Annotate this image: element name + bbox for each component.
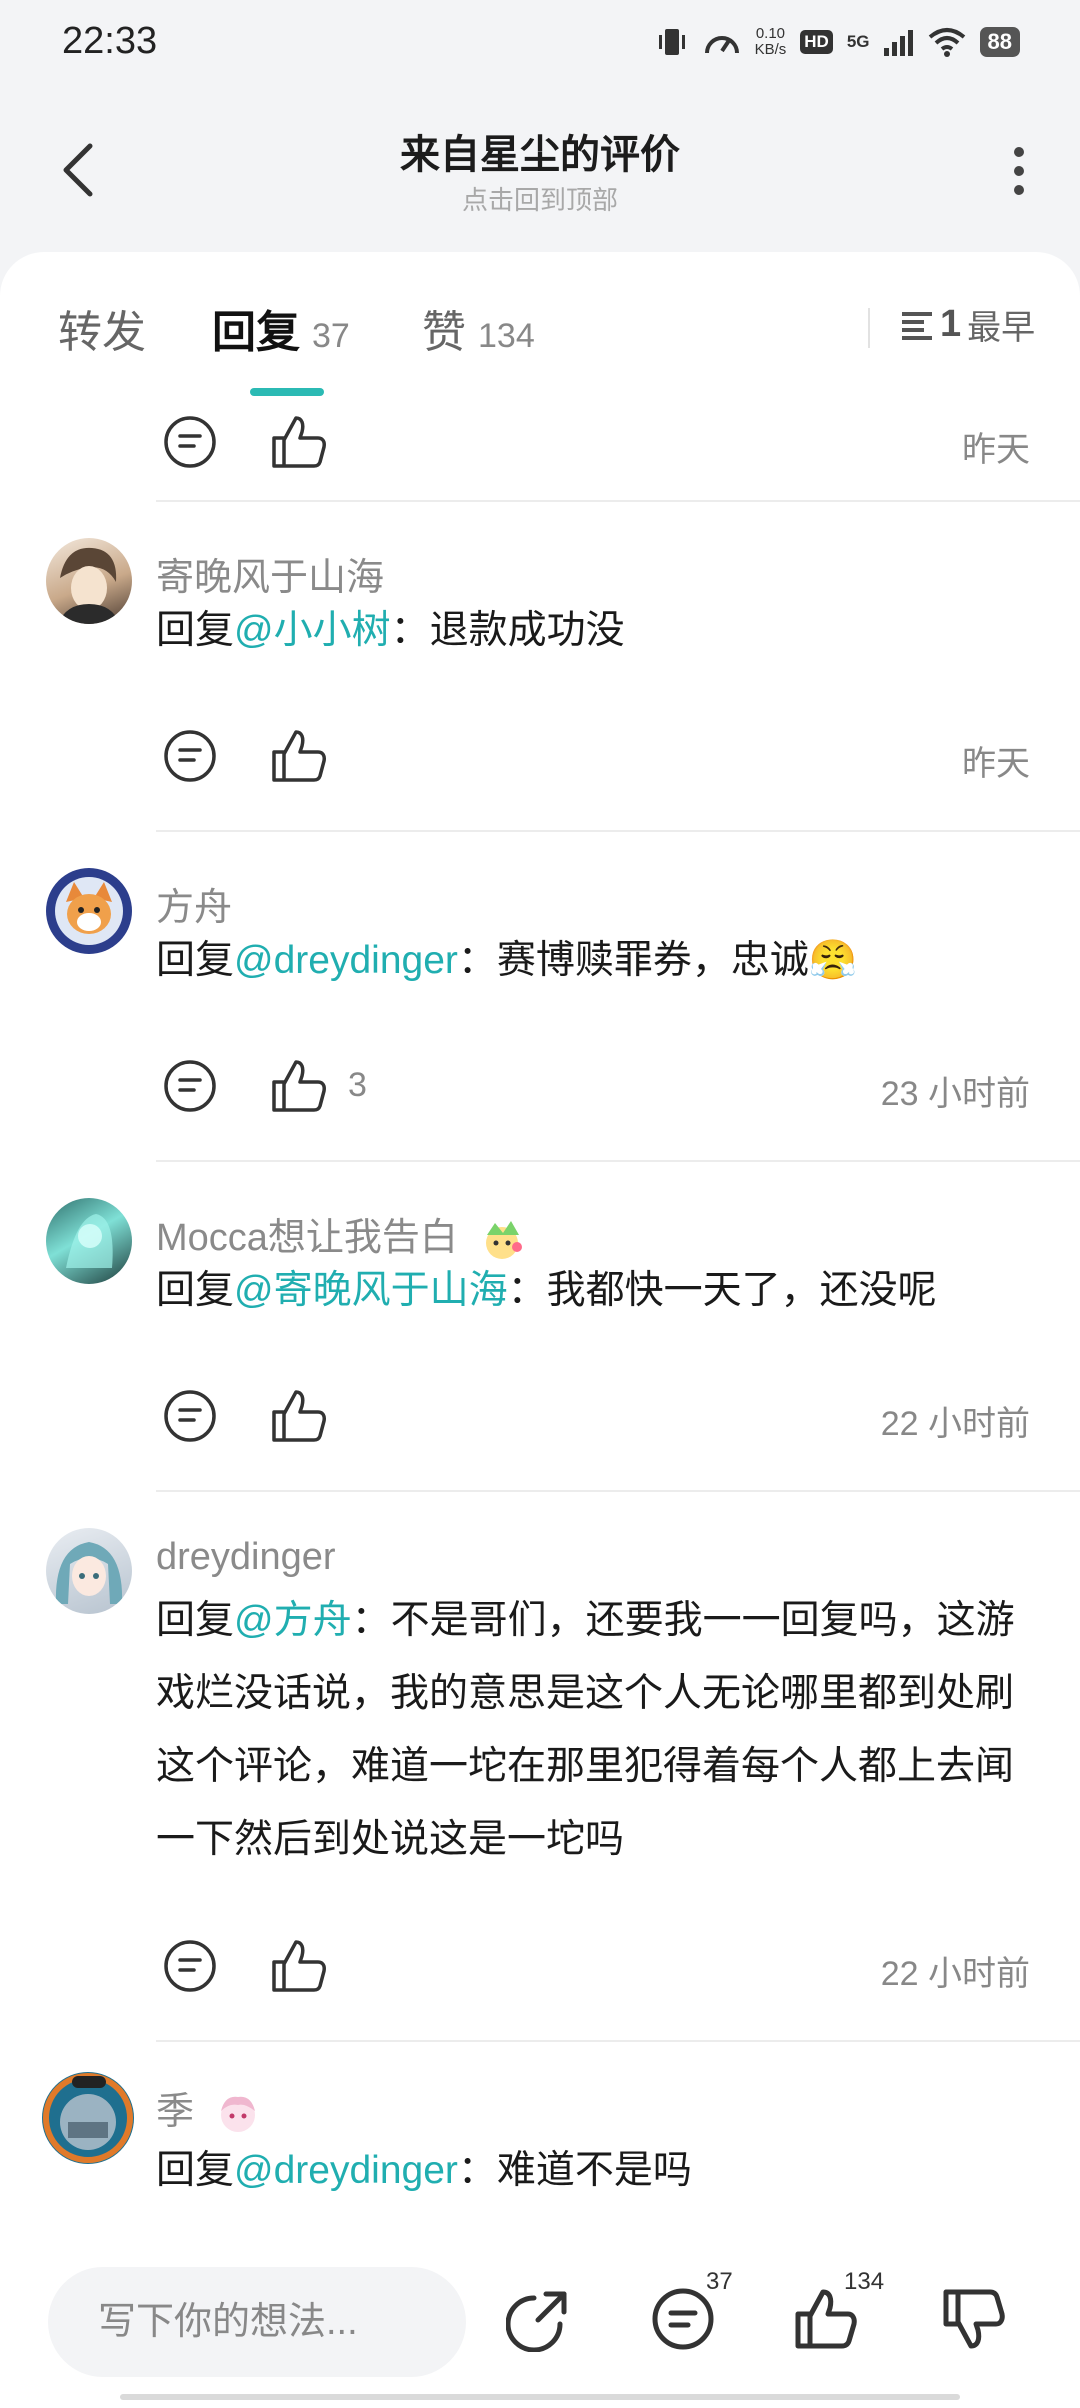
- thumbs-up-icon[interactable]: [268, 1386, 328, 1446]
- comment-text: 回复@dreydinger：难道不是吗: [156, 2149, 692, 2192]
- user-avatar[interactable]: [46, 1198, 132, 1284]
- comment-actions: 昨天: [156, 722, 1036, 792]
- active-tab-indicator: [250, 388, 324, 396]
- signal-icon: [883, 30, 913, 56]
- comment-input[interactable]: 写下你的想法...: [48, 2267, 466, 2377]
- page-title[interactable]: 来自星尘的评价: [0, 122, 1080, 180]
- username[interactable]: 寄晚风于山海: [156, 546, 384, 601]
- reply-icon[interactable]: [162, 414, 218, 470]
- like-count: 134: [478, 317, 535, 355]
- vibrate-icon: [658, 29, 685, 55]
- username[interactable]: 方舟: [156, 876, 232, 931]
- speed-gauge-icon: [704, 36, 739, 54]
- comment-time: 23 小时前: [880, 1075, 1030, 1113]
- comment-actions: 22 小时前: [156, 1932, 1036, 2002]
- reply-count: 37: [312, 317, 350, 355]
- sort-number: 1: [940, 303, 962, 345]
- comment-actions: 22 小时前: [156, 1382, 1036, 1452]
- like-count: 134: [844, 2268, 885, 2295]
- comment-divider: [156, 500, 1080, 502]
- sort-label: 最早: [967, 309, 1036, 347]
- tab-like[interactable]: 赞 134: [422, 296, 535, 360]
- comment-divider: [156, 1490, 1080, 1492]
- comment-text: 回复@dreydinger：赛博赎罪券，忠诚😤: [156, 939, 858, 982]
- scroll-to-top-hint[interactable]: 点击回到顶部: [0, 180, 1080, 217]
- comment-time: 昨天: [962, 431, 1030, 469]
- hd-badge: HD: [800, 30, 833, 54]
- page-header: 来自星尘的评价 点击回到顶部: [0, 90, 1080, 250]
- mention-link[interactable]: @dreydinger: [234, 939, 458, 982]
- avatar-image: [43, 2073, 133, 2163]
- network-type: 5G: [846, 32, 870, 51]
- comment-divider: [156, 830, 1080, 832]
- comment-text: 回复@小小树：退款成功没: [156, 609, 625, 652]
- username[interactable]: 季: [156, 2080, 261, 2137]
- sort-toggle[interactable]: 1 最早: [900, 300, 1035, 349]
- thumbs-up-icon[interactable]: [268, 1056, 328, 1116]
- sort-icon: [902, 311, 932, 340]
- mention-link[interactable]: @dreydinger: [234, 2149, 458, 2192]
- comment-actions: 3 23 小时前: [156, 1052, 1036, 1122]
- mention-link[interactable]: @方舟: [234, 1599, 352, 1642]
- comment-time: 22 小时前: [880, 1405, 1030, 1443]
- thumbs-up-icon[interactable]: [268, 412, 328, 472]
- status-time: 22:33: [62, 20, 158, 62]
- thumbs-down-icon[interactable]: [940, 2286, 1006, 2352]
- comment-count: 37: [706, 2268, 733, 2295]
- comment-time: 昨天: [962, 745, 1030, 783]
- like-count: 3: [348, 1066, 367, 1104]
- username[interactable]: dreydinger: [156, 1536, 336, 1579]
- mention-link[interactable]: @寄晚风于山海: [234, 1269, 508, 1312]
- more-options-icon[interactable]: [1012, 146, 1026, 196]
- thumbs-up-icon[interactable]: [268, 1936, 328, 1996]
- tab-bar: 转发 回复 37 赞 134 1 最早: [0, 252, 1080, 396]
- tab-forward[interactable]: 转发: [58, 296, 146, 360]
- share-icon[interactable]: [506, 2286, 572, 2352]
- avatar-image: [58, 547, 120, 624]
- user-avatar[interactable]: [46, 1528, 132, 1614]
- comment-text: 回复@寄晚风于山海：我都快一天了，还没呢: [156, 1269, 937, 1312]
- comments-sheet: 转发 回复 37 赞 134 1 最早 昨天 寄晚风于山海 回复@小小树：退款成…: [0, 252, 1080, 2408]
- wifi-icon: [928, 28, 965, 57]
- reply-icon[interactable]: [162, 1058, 218, 1114]
- reply-icon[interactable]: [162, 1938, 218, 1994]
- comment-actions: 昨天: [156, 408, 1036, 478]
- user-avatar[interactable]: [42, 2072, 134, 2164]
- avatar-image: [66, 1214, 113, 1268]
- comment-text: 回复@方舟：不是哥们，还要我一一回复吗，这游戏烂没话说，我的意思是这个人无论哪里…: [156, 1599, 1015, 1861]
- mention-link[interactable]: @小小树: [234, 609, 391, 652]
- sticker-badge-icon: [220, 2096, 255, 2132]
- avatar-image: [55, 1542, 123, 1604]
- user-avatar[interactable]: [46, 538, 132, 624]
- comment-divider: [156, 2040, 1080, 2042]
- tab-reply[interactable]: 回复 37: [212, 296, 350, 360]
- status-icons: 0.10 KB/s HD 5G 88: [655, 22, 1020, 62]
- bottom-action-bar: 写下你的想法... 37 134: [0, 2236, 1080, 2408]
- comment-time: 22 小时前: [880, 1955, 1030, 1993]
- reply-icon[interactable]: [162, 728, 218, 784]
- avatar-image: [55, 877, 123, 945]
- divider: [868, 308, 870, 348]
- status-bar: 22:33 0.10 KB/s HD 5G 88: [0, 0, 1080, 90]
- net-speed: 0.10 KB/s: [754, 25, 787, 58]
- thumbs-up-icon[interactable]: [268, 726, 328, 786]
- gesture-navigation-bar[interactable]: [120, 2394, 960, 2400]
- user-avatar[interactable]: [46, 868, 132, 954]
- reply-icon[interactable]: [162, 1388, 218, 1444]
- comment-divider: [156, 1160, 1080, 1162]
- battery-indicator: 88: [979, 27, 1020, 57]
